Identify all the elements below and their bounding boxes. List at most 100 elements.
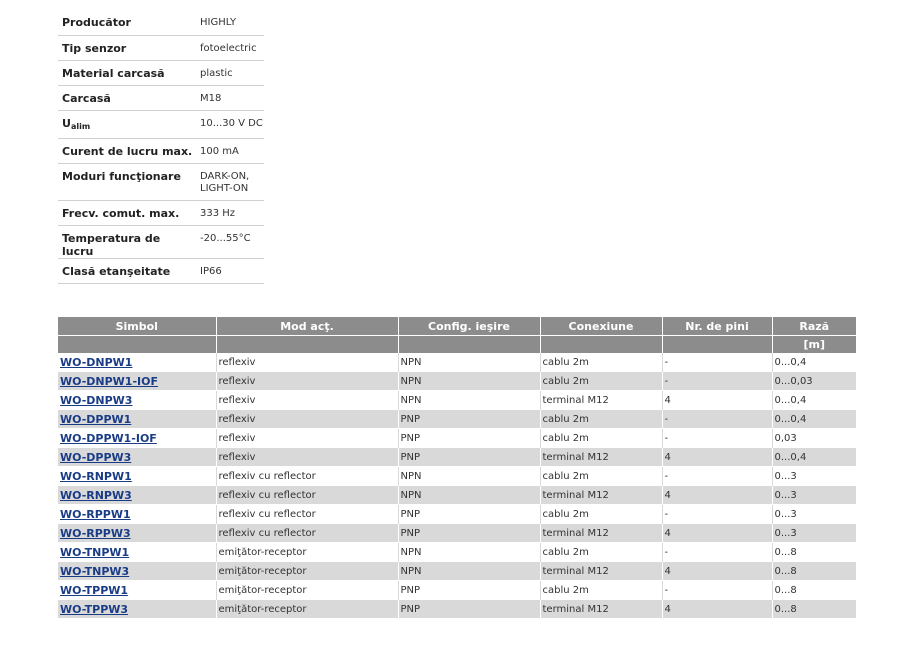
column-header-pin-count: Nr. de pini (661, 317, 772, 336)
output-config-cell: NPN (397, 466, 540, 486)
pin-count-cell: 4 (661, 485, 772, 505)
table-row: WO-TNPW1 emiţător-receptor NPN cablu 2m … (58, 542, 856, 562)
output-config-cell: PNP (397, 504, 540, 524)
range-cell: 0...3 (771, 504, 856, 524)
mode-cell: emiţător-receptor (215, 599, 398, 619)
unit-cell (661, 335, 772, 353)
product-link[interactable]: WO-DPPW1 (60, 413, 131, 426)
table-units-row: [m] (58, 335, 856, 353)
symbol-cell: WO-RNPW1 (58, 466, 216, 486)
spec-row-switching-frequency: Frecv. comut. max. 333 Hz (58, 200, 264, 226)
table-row: WO-DPPW1 reflexiv PNP cablu 2m - 0...0,4 (58, 409, 856, 429)
pin-count-cell: - (661, 504, 772, 524)
pin-count-cell: - (661, 428, 772, 448)
range-cell: 0,03 (771, 428, 856, 448)
table-row: WO-DNPW1 reflexiv NPN cablu 2m - 0...0,4 (58, 353, 856, 372)
product-link[interactable]: WO-DNPW1 (60, 356, 132, 369)
range-cell: 0...0,4 (771, 390, 856, 410)
output-config-cell: NPN (397, 542, 540, 562)
spec-label-subscript: alim (70, 121, 91, 131)
spec-value: fotoelectric (195, 35, 264, 61)
mode-cell: reflexiv (215, 428, 398, 448)
column-header-connection: Conexiune (539, 317, 662, 336)
table-row: WO-DPPW3 reflexiv PNP terminal M12 4 0..… (58, 447, 856, 467)
spec-value: -20...55°C (195, 225, 264, 259)
range-cell: 0...8 (771, 599, 856, 619)
pin-count-cell: - (661, 580, 772, 600)
mode-cell: reflexiv cu reflector (215, 466, 398, 486)
unit-cell (397, 335, 540, 353)
product-link[interactable]: WO-DPPW1-IOF (60, 432, 157, 445)
range-cell: 0...3 (771, 466, 856, 486)
pin-count-cell: - (661, 371, 772, 391)
connection-cell: cablu 2m (539, 371, 662, 391)
symbol-cell: WO-DPPW3 (58, 447, 216, 467)
mode-cell: emiţător-receptor (215, 580, 398, 600)
unit-cell (539, 335, 662, 353)
symbol-cell: WO-RPPW3 (58, 523, 216, 543)
output-config-cell: PNP (397, 409, 540, 429)
output-config-cell: NPN (397, 390, 540, 410)
spec-label: Curent de lucru max. (58, 138, 195, 164)
spec-label: Material carcasă (58, 60, 195, 86)
product-link[interactable]: WO-TPPW1 (60, 584, 128, 597)
table-row: WO-TPPW3 emiţător-receptor PNP terminal … (58, 599, 856, 619)
connection-cell: terminal M12 (539, 599, 662, 619)
pin-count-cell: 4 (661, 561, 772, 581)
column-header-range: Rază (771, 317, 856, 336)
spec-label: Clasă etanşeitate (58, 258, 195, 284)
mode-cell: reflexiv (215, 409, 398, 429)
product-link[interactable]: WO-DPPW3 (60, 451, 131, 464)
product-link[interactable]: WO-TNPW1 (60, 546, 129, 559)
table-row: WO-TPPW1 emiţător-receptor PNP cablu 2m … (58, 580, 856, 600)
product-link[interactable]: WO-RPPW1 (60, 508, 131, 521)
product-link[interactable]: WO-DNPW3 (60, 394, 132, 407)
unit-cell (215, 335, 398, 353)
connection-cell: cablu 2m (539, 580, 662, 600)
column-header-output-config: Config. ieşire (397, 317, 540, 336)
specifications-table: Producător HIGHLY Tip senzor fotoelectri… (58, 10, 264, 284)
product-link[interactable]: WO-TPPW3 (60, 603, 128, 616)
connection-cell: cablu 2m (539, 353, 662, 372)
mode-cell: reflexiv (215, 353, 398, 372)
connection-cell: terminal M12 (539, 447, 662, 467)
product-link[interactable]: WO-RNPW3 (60, 489, 132, 502)
spec-value: HIGHLY (195, 10, 264, 36)
output-config-cell: PNP (397, 599, 540, 619)
product-link[interactable]: WO-RNPW1 (60, 470, 132, 483)
mode-cell: reflexiv cu reflector (215, 504, 398, 524)
mode-cell: reflexiv (215, 447, 398, 467)
output-config-cell: NPN (397, 485, 540, 505)
range-cell: 0...0,4 (771, 409, 856, 429)
spec-value: 100 mA (195, 138, 264, 164)
mode-cell: emiţător-receptor (215, 561, 398, 581)
product-variants-table: Simbol Mod acţ. Config. ieşire Conexiune… (58, 317, 856, 619)
output-config-cell: NPN (397, 371, 540, 391)
spec-label: Producător (58, 10, 195, 36)
table-row: WO-RPPW1 reflexiv cu reflector PNP cablu… (58, 504, 856, 524)
pin-count-cell: - (661, 353, 772, 372)
pin-count-cell: - (661, 409, 772, 429)
spec-row-producer: Producător HIGHLY (58, 10, 264, 36)
column-header-mode: Mod acţ. (215, 317, 398, 336)
column-header-symbol: Simbol (58, 317, 216, 336)
spec-row-sensor-type: Tip senzor fotoelectric (58, 35, 264, 61)
symbol-cell: WO-RPPW1 (58, 504, 216, 524)
spec-label: Frecv. comut. max. (58, 200, 195, 226)
spec-value: DARK-ON, LIGHT-ON (195, 163, 264, 201)
spec-value: M18 (195, 85, 264, 111)
output-config-cell: NPN (397, 561, 540, 581)
connection-cell: terminal M12 (539, 561, 662, 581)
table-header-row: Simbol Mod acţ. Config. ieşire Conexiune… (58, 317, 856, 336)
output-config-cell: PNP (397, 428, 540, 448)
symbol-cell: WO-DPPW1 (58, 409, 216, 429)
product-link[interactable]: WO-RPPW3 (60, 527, 131, 540)
mode-cell: reflexiv (215, 390, 398, 410)
product-link[interactable]: WO-TNPW3 (60, 565, 129, 578)
range-cell: 0...8 (771, 580, 856, 600)
product-link[interactable]: WO-DNPW1-IOF (60, 375, 158, 388)
pin-count-cell: - (661, 542, 772, 562)
spec-label: Tip senzor (58, 35, 195, 61)
range-cell: 0...0,4 (771, 447, 856, 467)
symbol-cell: WO-DNPW1-IOF (58, 371, 216, 391)
